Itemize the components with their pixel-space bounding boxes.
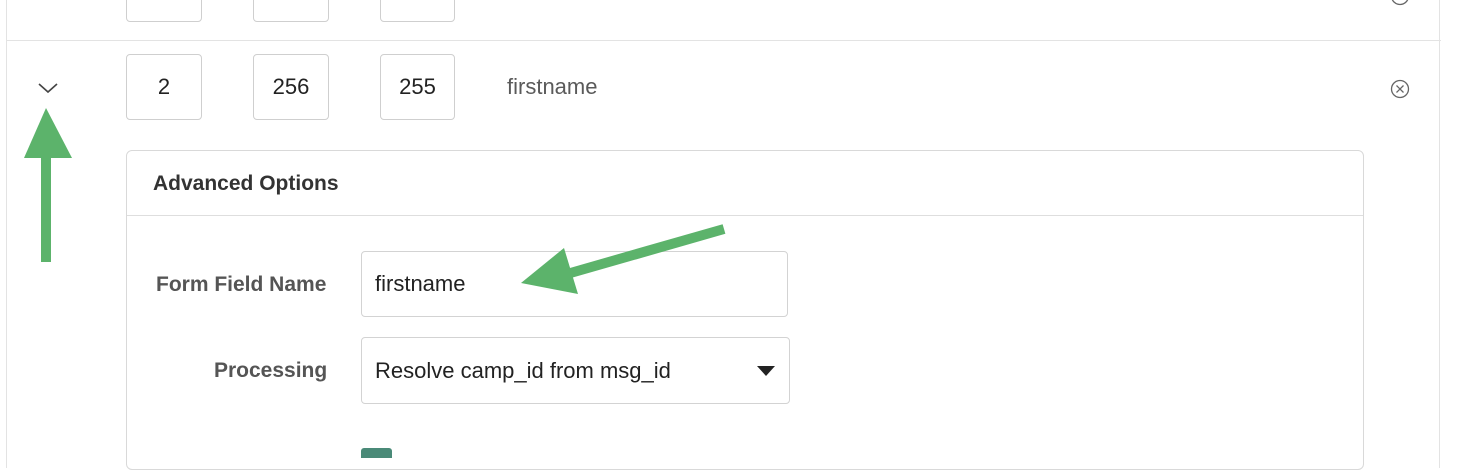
row-divider: [6, 40, 1441, 41]
prev-row-remove-icon[interactable]: [1390, 0, 1410, 6]
row-field-label: firstname: [507, 74, 598, 99]
row-field-1[interactable]: 2: [126, 54, 202, 120]
processing-selected-value: Resolve camp_id from msg_id: [375, 358, 671, 383]
row-field-3[interactable]: 255: [380, 54, 455, 120]
processing-label: Processing: [214, 359, 328, 382]
form-field-name-input[interactable]: [361, 251, 788, 317]
row-field-2[interactable]: 256: [253, 54, 329, 120]
prev-row-field-3[interactable]: [380, 0, 455, 22]
advanced-options-title: Advanced Options: [153, 172, 339, 195]
remove-row-icon[interactable]: [1390, 79, 1410, 99]
dropdown-caret-icon: [757, 366, 775, 376]
option-checkbox[interactable]: [361, 448, 392, 458]
prev-row-field-1[interactable]: [126, 0, 202, 22]
form-field-name-label: Form Field Name: [156, 273, 327, 296]
processing-select[interactable]: Resolve camp_id from msg_id: [361, 337, 790, 404]
chevron-down-icon[interactable]: [36, 78, 60, 98]
prev-row-field-2[interactable]: [253, 0, 329, 22]
advanced-options-header: Advanced Options: [127, 151, 1363, 216]
